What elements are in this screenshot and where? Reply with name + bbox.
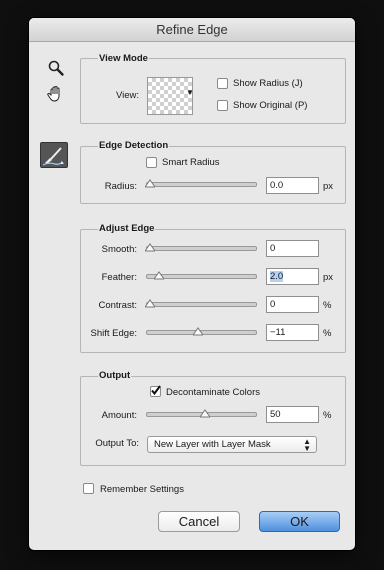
remember-settings-label: Remember Settings [100, 484, 184, 495]
smart-radius-checkbox[interactable] [146, 157, 157, 168]
radius-slider-thumb[interactable] [144, 179, 156, 189]
feather-input[interactable]: 2.0 [266, 268, 319, 285]
smooth-slider-thumb[interactable] [144, 243, 156, 253]
hand-icon[interactable] [46, 84, 66, 107]
view-mode-title: View Mode [98, 53, 149, 64]
decontaminate-label: Decontaminate Colors [166, 387, 260, 398]
updown-chevron-icon: ▲ ▼ [303, 437, 311, 453]
shift-edge-slider-thumb[interactable] [191, 327, 204, 337]
amount-label: Amount: [101, 410, 137, 421]
radius-label: Radius: [104, 181, 137, 192]
feather-slider-thumb[interactable] [152, 271, 165, 281]
magnifier-icon[interactable] [47, 59, 65, 80]
shift-edge-input[interactable]: −11 [266, 324, 319, 341]
show-radius-label: Show Radius (J) [233, 78, 303, 89]
smooth-label: Smooth: [101, 244, 137, 255]
radius-unit: px [323, 181, 334, 192]
contrast-slider-thumb[interactable] [144, 299, 156, 309]
show-radius-checkbox[interactable] [217, 78, 228, 89]
remember-settings-checkbox[interactable] [83, 483, 94, 494]
amount-input[interactable]: 50 [266, 406, 319, 423]
amount-unit: % [323, 410, 332, 421]
checkmark-icon [151, 385, 161, 396]
contrast-input[interactable]: 0 [266, 296, 319, 313]
show-original-checkbox[interactable] [217, 100, 228, 111]
cancel-button[interactable]: Cancel [158, 511, 240, 532]
view-dropdown-arrow-icon[interactable]: ▼ [186, 88, 194, 97]
output-title: Output [98, 370, 132, 381]
smooth-input[interactable]: 0 [266, 240, 319, 257]
output-to-value: New Layer with Layer Mask [154, 439, 271, 450]
feather-value: 2.0 [270, 271, 284, 282]
feather-label: Feather: [101, 272, 137, 283]
contrast-label: Contrast: [98, 300, 137, 311]
output-to-select[interactable]: New Layer with Layer Mask ▲ ▼ [147, 436, 317, 453]
view-label: View: [115, 90, 139, 101]
smooth-slider[interactable] [146, 246, 257, 251]
shift-edge-unit: % [323, 328, 332, 339]
radius-slider[interactable] [146, 182, 257, 187]
decontaminate-checkbox[interactable] [150, 385, 161, 397]
refine-edge-dialog: Refine Edge View Mode View: ▼ Show Radiu… [29, 18, 355, 550]
contrast-slider[interactable] [146, 302, 257, 307]
edge-detection-group [80, 146, 346, 204]
radius-input[interactable]: 0.0 [266, 177, 319, 194]
contrast-unit: % [323, 300, 332, 311]
amount-slider-thumb[interactable] [198, 409, 211, 419]
smart-radius-label: Smart Radius [162, 157, 220, 168]
feather-unit: px [323, 272, 334, 283]
dialog-title: Refine Edge [29, 18, 355, 42]
edge-detection-title: Edge Detection [98, 140, 170, 151]
adjust-edge-title: Adjust Edge [98, 223, 156, 234]
shift-edge-label: Shift Edge: [90, 328, 137, 339]
output-to-label: Output To: [95, 438, 139, 449]
refine-radius-brush-icon[interactable] [40, 142, 68, 168]
show-original-label: Show Original (P) [233, 100, 308, 111]
ok-button[interactable]: OK [259, 511, 340, 532]
